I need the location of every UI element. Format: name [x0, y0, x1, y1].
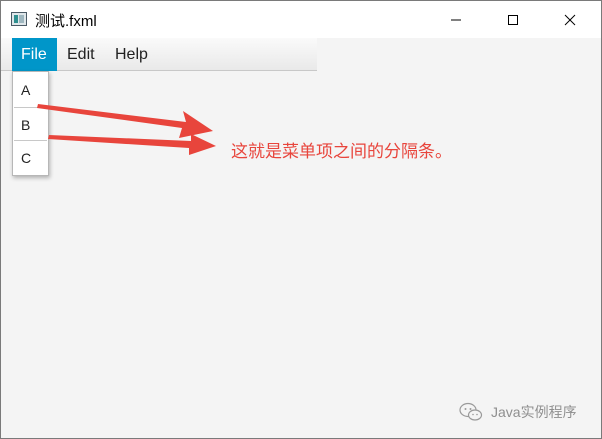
application-window: 测试.fxml File Edit Help A B C 这就是菜单项之间的分隔… — [0, 0, 602, 439]
annotation-arrows — [37, 104, 216, 155]
watermark: Java实例程序 — [459, 402, 577, 422]
wechat-icon — [459, 402, 483, 421]
watermark-text: Java实例程序 — [491, 404, 577, 420]
annotation-text: 这就是菜单项之间的分隔条。 — [231, 142, 452, 162]
arrow-to-separator-1 — [37, 104, 213, 138]
arrow-to-separator-2 — [48, 134, 216, 155]
